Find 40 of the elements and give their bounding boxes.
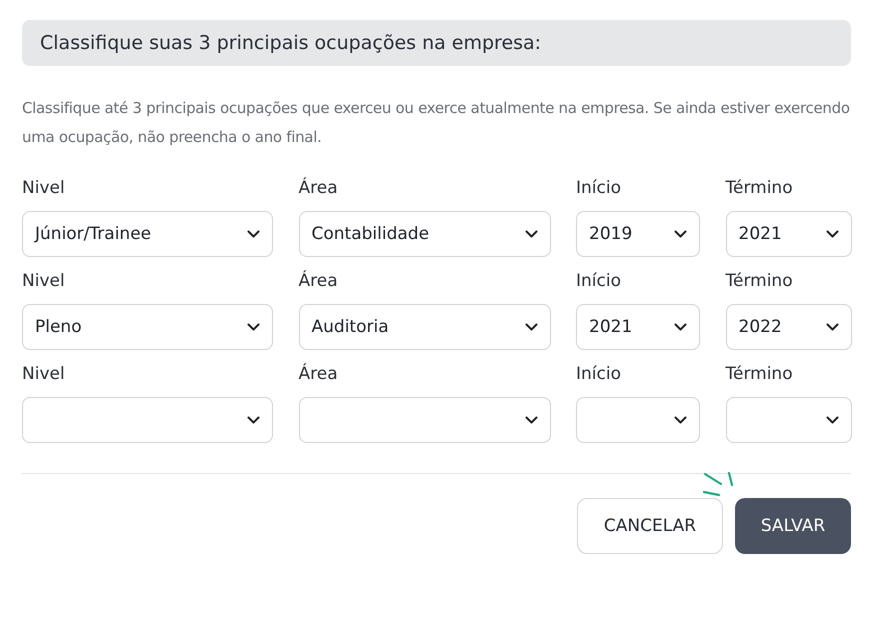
select-field[interactable] xyxy=(726,397,852,443)
field-label: Nivel xyxy=(22,364,66,385)
chevron-down-icon xyxy=(524,416,538,424)
chevron-down-icon xyxy=(674,230,687,238)
field-label: Início xyxy=(576,364,622,385)
field-label: Área xyxy=(298,364,339,385)
chevron-down-icon xyxy=(247,323,260,331)
select-field[interactable]: Pleno xyxy=(22,304,273,350)
select-field[interactable]: 2021 xyxy=(576,304,700,350)
field-label: Área xyxy=(298,271,339,292)
chevron-down-icon xyxy=(826,416,838,424)
field-label: Nivel xyxy=(22,271,66,292)
field-label: Nivel xyxy=(22,178,66,199)
chevron-down-icon xyxy=(674,416,687,424)
field-label: Início xyxy=(576,178,622,199)
field-label: Término xyxy=(726,364,794,385)
select-field[interactable]: 2019 xyxy=(576,211,700,257)
field-label: Área xyxy=(298,178,339,199)
select-field[interactable]: 2021 xyxy=(726,211,852,257)
select-field[interactable] xyxy=(576,397,700,443)
select-field[interactable]: Contabilidade xyxy=(298,211,550,257)
field-label: Término xyxy=(726,271,794,292)
chevron-down-icon xyxy=(524,323,538,331)
field-label: Início xyxy=(576,271,622,292)
select-field[interactable]: 2022 xyxy=(726,304,852,350)
select-field[interactable]: Auditoria xyxy=(298,304,550,350)
chevron-down-icon xyxy=(674,323,687,331)
select-field[interactable] xyxy=(22,397,273,443)
chevron-down-icon xyxy=(247,230,260,238)
select-field[interactable]: Júnior/Trainee xyxy=(22,211,273,257)
chevron-down-icon xyxy=(826,323,838,331)
chevron-down-icon xyxy=(524,230,538,238)
cancel-button[interactable]: CANCELAR xyxy=(577,498,723,554)
select-field[interactable] xyxy=(298,397,550,443)
chevron-down-icon xyxy=(247,416,260,424)
chevron-down-icon xyxy=(826,230,838,238)
save-button[interactable]: SALVAR xyxy=(735,498,851,554)
field-label: Término xyxy=(726,178,794,199)
section-title: Classifique suas 3 principais ocupações na empresa: xyxy=(40,32,542,54)
description-text: Classifique até 3 principais ocupações que exerceu ou exerce atualmente na empresa. Se ainda estiver exercendo uma ocupação, não preencha o ano final. xyxy=(22,98,851,148)
